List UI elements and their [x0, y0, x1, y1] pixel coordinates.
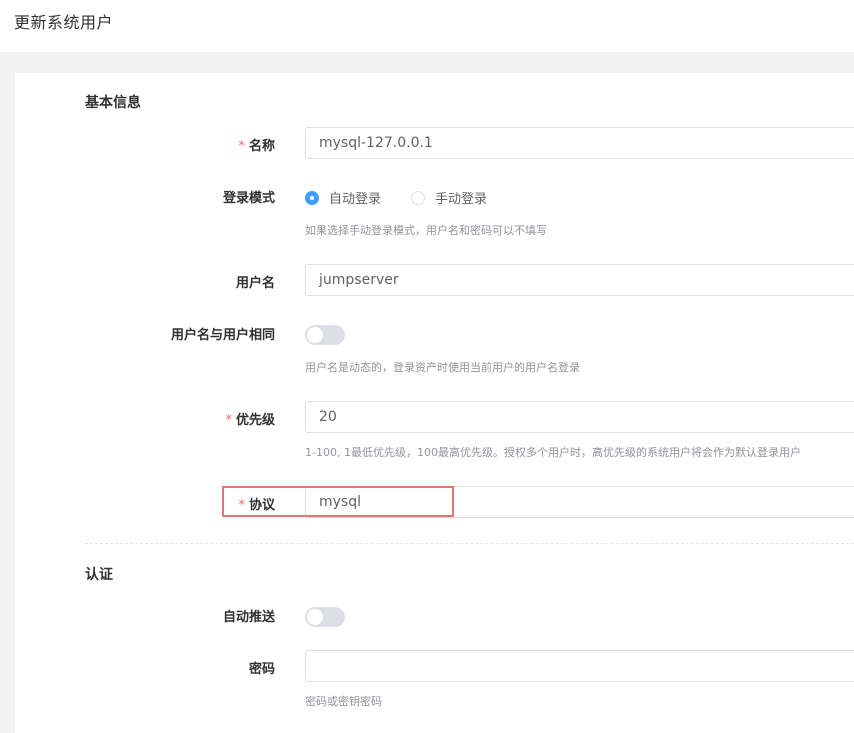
radio-auto-login[interactable]: 自动登录: [305, 188, 381, 207]
radio-manual-login-label: 手动登录: [435, 192, 488, 207]
switch-knob: [307, 327, 323, 343]
name-label-text: 名称: [248, 139, 275, 154]
protocol-label: * 协议: [238, 494, 275, 513]
priority-label: * 优先级: [225, 409, 275, 428]
login-mode-help: 如果选择手动登录模式，用户名和密码可以不填写: [305, 224, 547, 237]
username-label: 用户名: [235, 276, 275, 291]
required-mark: *: [238, 139, 245, 154]
page-title: 更新系统用户: [14, 13, 114, 32]
switch-knob: [307, 609, 323, 625]
required-mark: *: [225, 413, 232, 428]
priority-label-text: 优先级: [235, 413, 275, 428]
password-input[interactable]: [305, 650, 854, 682]
name-label: * 名称: [238, 135, 275, 154]
radio-auto-login-label: 自动登录: [329, 192, 382, 207]
auto-push-label: 自动推送: [222, 610, 275, 625]
section-title-basic: 基本信息: [85, 95, 141, 111]
protocol-label-text: 协议: [248, 498, 275, 513]
login-mode-label: 登录模式: [222, 191, 275, 206]
radio-unchecked-icon: [411, 190, 425, 205]
radio-manual-login[interactable]: 手动登录: [411, 188, 487, 207]
required-mark: *: [238, 498, 245, 513]
password-label: 密码: [248, 662, 275, 677]
section-divider: [85, 543, 854, 544]
password-help: 密码或密钥密码: [305, 695, 382, 708]
radio-checked-icon: [305, 190, 319, 205]
username-same-label: 用户名与用户相同: [170, 328, 275, 343]
auto-push-switch[interactable]: [305, 607, 345, 627]
protocol-select[interactable]: mysql: [305, 486, 854, 518]
username-input[interactable]: jumpserver: [305, 264, 854, 296]
page-header: 更新系统用户: [0, 0, 854, 52]
section-title-auth: 认证: [85, 567, 113, 583]
username-same-switch[interactable]: [305, 325, 345, 345]
username-same-help: 用户名是动态的，登录资产时使用当前用户的用户名登录: [305, 361, 580, 374]
priority-input[interactable]: 20: [305, 401, 854, 433]
name-input[interactable]: mysql-127.0.0.1: [305, 127, 854, 159]
priority-help: 1-100, 1最低优先级，100最高优先级。授权多个用户时，高优先级的系统用户…: [305, 446, 801, 459]
